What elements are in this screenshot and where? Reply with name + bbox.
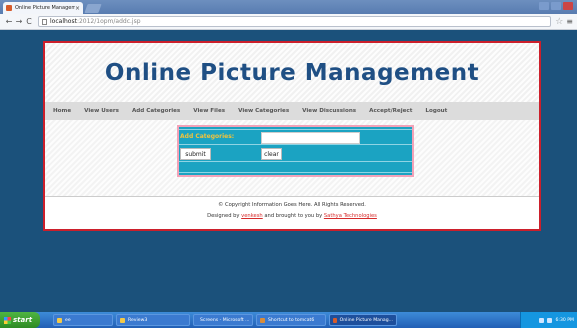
forward-button[interactable]: → bbox=[14, 17, 24, 26]
submit-button[interactable]: submit bbox=[180, 148, 211, 160]
taskbar-item[interactable]: Review3 bbox=[116, 314, 190, 326]
browser-toolbar: ← → C localhost :2012/1opm/addc.jsp ☆ ≡ bbox=[0, 14, 577, 30]
url-host: localhost bbox=[50, 18, 77, 25]
page-area: Online Picture Management Home View User… bbox=[0, 30, 577, 312]
maximize-button[interactable] bbox=[551, 2, 561, 10]
reload-button[interactable]: C bbox=[24, 17, 34, 26]
menu-icon[interactable]: ≡ bbox=[566, 17, 573, 26]
page-icon bbox=[42, 18, 47, 25]
nav-view-discussions[interactable]: View Discussions bbox=[302, 108, 356, 114]
bookmark-star-icon[interactable]: ☆ bbox=[555, 17, 563, 27]
volume-icon[interactable] bbox=[547, 317, 553, 323]
nav-view-users[interactable]: View Users bbox=[84, 108, 119, 114]
windows-flag-icon bbox=[4, 316, 11, 324]
browser-tab[interactable]: Online Picture Management × bbox=[3, 2, 83, 14]
close-window-button[interactable] bbox=[563, 2, 573, 10]
form-spacer-row bbox=[179, 165, 412, 173]
taskbar-item-label: Shortcut to tomcat6 bbox=[268, 317, 315, 323]
windows-taskbar: start ee Review3 Screens - Microsoft ...… bbox=[0, 312, 577, 328]
start-button[interactable]: start bbox=[0, 312, 40, 328]
taskbar-item[interactable]: Screens - Microsoft ... bbox=[193, 314, 253, 326]
company-link[interactable]: Sathya Technologies bbox=[324, 213, 377, 219]
start-label: start bbox=[13, 316, 33, 324]
nav-view-categories[interactable]: View Categories bbox=[238, 108, 289, 114]
site-nav: Home View Users Add Categories View File… bbox=[45, 102, 539, 120]
taskbar-item-label: Review3 bbox=[128, 317, 148, 323]
site-title: Online Picture Management bbox=[104, 59, 480, 86]
new-tab-button[interactable] bbox=[84, 4, 102, 13]
favicon-icon bbox=[6, 5, 12, 11]
folder-icon bbox=[57, 317, 62, 323]
site-frame: Online Picture Management Home View User… bbox=[43, 41, 541, 231]
site-footer: © Copyright Information Goes Here. All R… bbox=[45, 196, 539, 229]
taskbar-item-label: ee bbox=[65, 317, 71, 323]
clear-button[interactable]: clear bbox=[261, 148, 282, 160]
add-categories-label: Add Categories: bbox=[180, 133, 235, 140]
tab-close-icon[interactable]: × bbox=[75, 5, 80, 12]
designed-by-text: Designed by bbox=[207, 213, 242, 219]
site-header: Online Picture Management bbox=[45, 43, 539, 102]
browser-titlebar: Online Picture Management × bbox=[0, 0, 577, 14]
nav-view-files[interactable]: View Files bbox=[193, 108, 225, 114]
browser-icon bbox=[333, 317, 337, 323]
content-area: Add Categories: submit clear bbox=[45, 120, 539, 196]
window-controls bbox=[539, 2, 573, 10]
nav-home[interactable]: Home bbox=[53, 108, 71, 114]
network-icon[interactable] bbox=[539, 317, 545, 323]
brought-by-text: and brought to you by bbox=[262, 213, 324, 219]
designer-link[interactable]: venkesh bbox=[241, 213, 263, 219]
url-path: :2012/1opm/addc.jsp bbox=[76, 18, 141, 25]
tab-title: Online Picture Management bbox=[15, 5, 75, 11]
taskbar-item[interactable]: Shortcut to tomcat6 bbox=[256, 314, 326, 326]
taskbar-item-label: Screens - Microsoft ... bbox=[200, 317, 250, 323]
back-button[interactable]: ← bbox=[4, 17, 14, 26]
copyright-text: © Copyright Information Goes Here. All R… bbox=[218, 202, 366, 208]
nav-accept-reject[interactable]: Accept/Reject bbox=[369, 108, 412, 114]
form-buttons-row: submit clear bbox=[179, 146, 412, 162]
credits-line: Designed by venkesh and brought to you b… bbox=[45, 213, 539, 219]
nav-add-categories[interactable]: Add Categories bbox=[132, 108, 180, 114]
address-bar[interactable]: localhost :2012/1opm/addc.jsp bbox=[38, 16, 552, 27]
taskbar-tasks: ee Review3 Screens - Microsoft ... Short… bbox=[53, 314, 397, 326]
taskbar-item-active[interactable]: Online Picture Manag... bbox=[329, 314, 397, 326]
form-row: Add Categories: bbox=[179, 129, 412, 145]
nav-logout[interactable]: Logout bbox=[425, 108, 447, 114]
add-category-form: Add Categories: submit clear bbox=[177, 125, 414, 177]
taskbar-item-label: Online Picture Manag... bbox=[339, 317, 393, 323]
minimize-button[interactable] bbox=[539, 2, 549, 10]
category-name-input[interactable] bbox=[261, 132, 360, 144]
taskbar-item[interactable]: ee bbox=[53, 314, 113, 326]
folder-icon bbox=[120, 317, 125, 323]
clock[interactable]: 6:30 PM bbox=[555, 318, 574, 323]
shortcut-icon bbox=[260, 317, 265, 323]
system-tray: 6:30 PM bbox=[520, 312, 577, 328]
